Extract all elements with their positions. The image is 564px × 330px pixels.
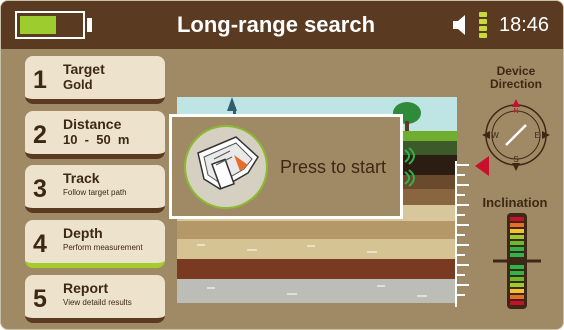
menu-item-title: Track xyxy=(63,170,100,186)
compass-s: S xyxy=(513,155,518,164)
signal-wave-icon xyxy=(404,147,415,187)
clock-time: 18:46 xyxy=(499,14,550,36)
compass-w: W xyxy=(491,131,499,140)
direction-label-line2: Direction xyxy=(489,77,542,91)
compass-n: N xyxy=(513,108,518,115)
menu-item-subtitle: 10 - 50 m xyxy=(63,132,130,147)
menu-item-depth[interactable]: 4 Depth Perform measurement xyxy=(25,220,165,268)
page-title: Long-range search xyxy=(176,12,376,37)
menu-item-subtitle: View detaild results xyxy=(63,298,132,307)
menu-item-subtitle: Perform measurement xyxy=(63,243,143,252)
signal-strength-icon xyxy=(479,12,487,38)
menu-item-distance[interactable]: 2 Distance 10 - 50 m xyxy=(25,111,165,159)
inclination-meter xyxy=(493,213,541,309)
speaker-icon[interactable] xyxy=(453,15,469,35)
inclination-label: Inclination xyxy=(482,195,548,210)
menu-item-number: 1 xyxy=(33,66,47,94)
detector-device-icon xyxy=(184,125,268,209)
compass-icon: N S W E xyxy=(482,99,550,171)
menu-item-title: Distance xyxy=(63,116,122,132)
start-dialog[interactable]: Press to start xyxy=(169,114,403,219)
device-direction-label: Device Direction xyxy=(481,65,551,91)
battery-level-fill xyxy=(20,16,56,34)
menu-item-number: 2 xyxy=(33,121,47,149)
menu-item-subtitle: Follow target path xyxy=(63,188,127,197)
menu-item-target[interactable]: 1 Target Gold xyxy=(25,56,165,104)
menu-item-track[interactable]: 3 Track Follow target path xyxy=(25,165,165,213)
menu-item-title: Target xyxy=(63,61,105,77)
header-bar: Long-range search 18:46 xyxy=(1,1,563,49)
menu-item-number: 5 xyxy=(33,285,47,313)
menu-item-title: Report xyxy=(63,280,109,296)
depth-scale xyxy=(455,161,469,307)
battery-icon xyxy=(15,11,85,39)
app-frame: Long-range search 18:46 1 Target Gold 2 … xyxy=(0,0,564,330)
menu-item-report[interactable]: 5 Report View detaild results xyxy=(25,275,165,323)
menu-item-subtitle: Gold xyxy=(63,77,93,92)
menu-item-number: 3 xyxy=(33,175,47,203)
dialog-message: Press to start xyxy=(280,157,387,177)
compass-e: E xyxy=(534,131,539,140)
battery-tip xyxy=(87,18,92,32)
menu-item-title: Depth xyxy=(63,225,103,241)
menu-item-number: 4 xyxy=(33,230,47,258)
